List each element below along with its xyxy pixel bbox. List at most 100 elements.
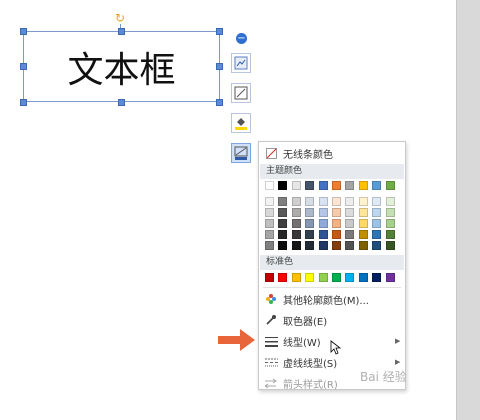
theme-shade-swatch[interactable] xyxy=(278,230,287,239)
theme-shade-swatch[interactable] xyxy=(305,230,314,239)
collapse-toolbar-icon[interactable]: − xyxy=(236,33,247,44)
theme-shade-swatch[interactable] xyxy=(359,219,368,228)
theme-color-swatch[interactable] xyxy=(386,181,395,190)
theme-shade-swatch[interactable] xyxy=(278,219,287,228)
standard-color-swatch[interactable] xyxy=(345,273,354,282)
theme-shade-swatch[interactable] xyxy=(305,208,314,217)
theme-shade-swatch[interactable] xyxy=(386,197,395,206)
theme-color-swatch[interactable] xyxy=(372,181,381,190)
theme-shade-swatch[interactable] xyxy=(319,230,328,239)
shape-style-button[interactable] xyxy=(231,53,251,73)
standard-color-swatch[interactable] xyxy=(265,273,274,282)
outline-color-icon xyxy=(234,146,248,160)
resize-handle-bottom-right[interactable] xyxy=(216,99,223,106)
theme-shade-swatch[interactable] xyxy=(319,241,328,250)
theme-shade-swatch[interactable] xyxy=(372,230,381,239)
theme-color-swatch[interactable] xyxy=(265,181,274,190)
theme-color-swatch[interactable] xyxy=(278,181,287,190)
standard-color-swatch[interactable] xyxy=(292,273,301,282)
theme-shade-swatch[interactable] xyxy=(359,197,368,206)
eyedropper-label: 取色器(E) xyxy=(283,316,328,328)
theme-shade-swatch[interactable] xyxy=(265,208,274,217)
theme-shade-swatch[interactable] xyxy=(278,197,287,206)
theme-shade-swatch[interactable] xyxy=(345,208,354,217)
resize-handle-bottom-left[interactable] xyxy=(20,99,27,106)
no-line-color-item[interactable]: 无线条颜色 xyxy=(259,143,405,163)
eyedropper-item[interactable]: 取色器(E) xyxy=(259,310,405,330)
text-box-content[interactable]: 文本框 xyxy=(24,32,219,101)
submenu-arrow-icon: ▶ xyxy=(395,358,401,366)
theme-shade-swatch[interactable] xyxy=(332,208,341,217)
theme-shade-swatch[interactable] xyxy=(292,241,301,250)
theme-shade-swatch[interactable] xyxy=(319,197,328,206)
theme-shade-swatch[interactable] xyxy=(265,230,274,239)
line-weight-icon xyxy=(264,336,278,347)
resize-handle-top-right[interactable] xyxy=(216,28,223,35)
theme-color-swatch[interactable] xyxy=(359,181,368,190)
theme-shade-swatch[interactable] xyxy=(305,219,314,228)
theme-shade-swatch[interactable] xyxy=(265,219,274,228)
shape-outline-style-button[interactable] xyxy=(231,83,251,103)
theme-color-swatch[interactable] xyxy=(345,181,354,190)
more-outline-colors-item[interactable]: 其他轮廓颜色(M)... xyxy=(259,289,405,309)
rotate-handle-icon[interactable]: ↻ xyxy=(114,12,126,24)
standard-color-swatch[interactable] xyxy=(319,273,328,282)
theme-shade-swatch[interactable] xyxy=(359,230,368,239)
standard-color-swatch[interactable] xyxy=(278,273,287,282)
theme-shade-swatch[interactable] xyxy=(332,219,341,228)
theme-shade-swatch[interactable] xyxy=(305,197,314,206)
theme-shade-swatch[interactable] xyxy=(332,241,341,250)
theme-shade-swatch[interactable] xyxy=(305,241,314,250)
fill-color-button[interactable] xyxy=(231,113,251,133)
theme-color-swatch[interactable] xyxy=(332,181,341,190)
theme-shade-swatch[interactable] xyxy=(359,241,368,250)
theme-shade-swatch[interactable] xyxy=(292,208,301,217)
standard-colors-header: 标准色 xyxy=(260,255,404,270)
theme-color-swatch[interactable] xyxy=(305,181,314,190)
paint-bucket-icon xyxy=(235,118,247,130)
resize-handle-right[interactable] xyxy=(216,63,223,70)
theme-shade-swatch[interactable] xyxy=(372,197,381,206)
submenu-arrow-icon: ▶ xyxy=(395,337,401,345)
standard-color-swatch[interactable] xyxy=(386,273,395,282)
theme-shade-swatch[interactable] xyxy=(319,208,328,217)
outline-color-button[interactable] xyxy=(231,143,251,163)
theme-shade-swatch[interactable] xyxy=(386,230,395,239)
theme-shade-swatch[interactable] xyxy=(372,208,381,217)
theme-shade-swatch[interactable] xyxy=(332,197,341,206)
theme-shade-swatch[interactable] xyxy=(278,241,287,250)
highlight-arrow-icon xyxy=(218,329,255,351)
theme-shade-swatch[interactable] xyxy=(265,241,274,250)
theme-shade-swatch[interactable] xyxy=(265,197,274,206)
theme-shade-swatch[interactable] xyxy=(292,219,301,228)
theme-color-swatch[interactable] xyxy=(292,181,301,190)
theme-shade-swatch[interactable] xyxy=(386,219,395,228)
standard-color-swatch[interactable] xyxy=(332,273,341,282)
standard-color-swatch[interactable] xyxy=(305,273,314,282)
arrow-style-icon xyxy=(264,378,277,388)
resize-handle-bottom[interactable] xyxy=(118,99,125,106)
standard-color-swatch[interactable] xyxy=(359,273,368,282)
theme-shade-swatch[interactable] xyxy=(345,230,354,239)
theme-shade-swatch[interactable] xyxy=(386,241,395,250)
shape-edit-icon xyxy=(234,86,248,100)
theme-shade-swatch[interactable] xyxy=(292,230,301,239)
text-box[interactable]: 文本框 xyxy=(23,31,220,102)
theme-shade-swatch[interactable] xyxy=(278,208,287,217)
theme-shade-swatch[interactable] xyxy=(345,219,354,228)
theme-shade-swatch[interactable] xyxy=(292,197,301,206)
theme-shade-swatch[interactable] xyxy=(319,219,328,228)
resize-handle-left[interactable] xyxy=(20,63,27,70)
theme-shade-swatch[interactable] xyxy=(372,241,381,250)
resize-handle-top-left[interactable] xyxy=(20,28,27,35)
theme-shade-swatch[interactable] xyxy=(386,208,395,217)
theme-shade-swatch[interactable] xyxy=(359,208,368,217)
theme-shade-swatch[interactable] xyxy=(345,197,354,206)
resize-handle-top[interactable] xyxy=(118,28,125,35)
watermark: Bai 经验 xyxy=(360,370,407,384)
standard-color-swatch[interactable] xyxy=(372,273,381,282)
theme-shade-swatch[interactable] xyxy=(345,241,354,250)
theme-color-swatch[interactable] xyxy=(319,181,328,190)
theme-shade-swatch[interactable] xyxy=(332,230,341,239)
theme-shade-swatch[interactable] xyxy=(372,219,381,228)
